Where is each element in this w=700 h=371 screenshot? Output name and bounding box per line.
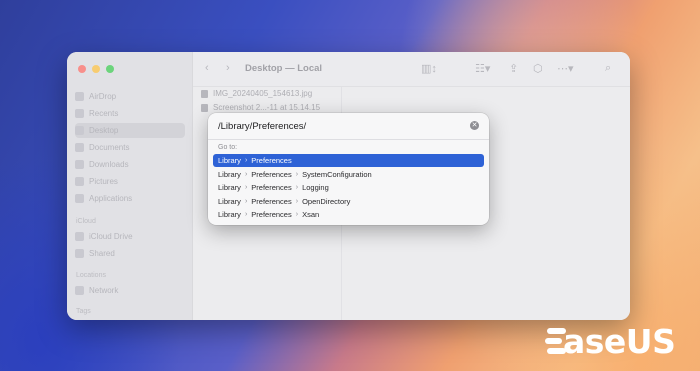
suggestion-item[interactable]: Library › Preferences › OpenDirectory [213,195,484,208]
chevron-right-icon: › [244,198,248,205]
path-segment: Library [218,210,241,219]
suggestion-item[interactable]: Library › Preferences › SystemConfiguration [213,168,484,181]
path-segment: Preferences [251,210,292,219]
path-segment: Preferences [251,170,292,179]
go-to-section-label: Go to: [218,144,238,151]
chevron-right-icon: › [295,184,299,191]
go-to-folder-dialog: /Library/Preferences/ ✕ Go to: Library › P… [208,113,489,225]
chevron-right-icon: › [244,171,248,178]
chevron-right-icon: › [295,198,299,205]
suggestion-item[interactable]: Library › Preferences › Logging [213,181,484,194]
path-segment: Library [218,183,241,192]
go-to-path-input[interactable]: /Library/Preferences/ [218,121,306,132]
divider [208,139,489,140]
path-segment: Library [218,197,241,206]
path-segment: Library [218,156,241,165]
easeus-logo: aseUS [545,320,695,365]
path-segment: Xsan [302,210,320,219]
path-segment: OpenDirectory [302,197,351,206]
clear-icon[interactable]: ✕ [470,121,479,130]
path-segment: Preferences [251,197,292,206]
path-segment: SystemConfiguration [302,170,372,179]
chevron-right-icon: › [244,211,248,218]
suggestion-item[interactable]: Library › Preferences › Xsan [213,208,484,221]
path-segment: Library [218,170,241,179]
path-segment: Logging [302,183,329,192]
path-segment: Preferences [251,156,292,165]
watermark-text: aseUS [563,322,676,361]
path-segment: Preferences [251,183,292,192]
suggestion-item[interactable]: Library › Preferences [213,154,484,167]
chevron-right-icon: › [295,211,299,218]
chevron-right-icon: › [295,171,299,178]
chevron-right-icon: › [244,184,248,191]
chevron-right-icon: › [244,157,248,164]
